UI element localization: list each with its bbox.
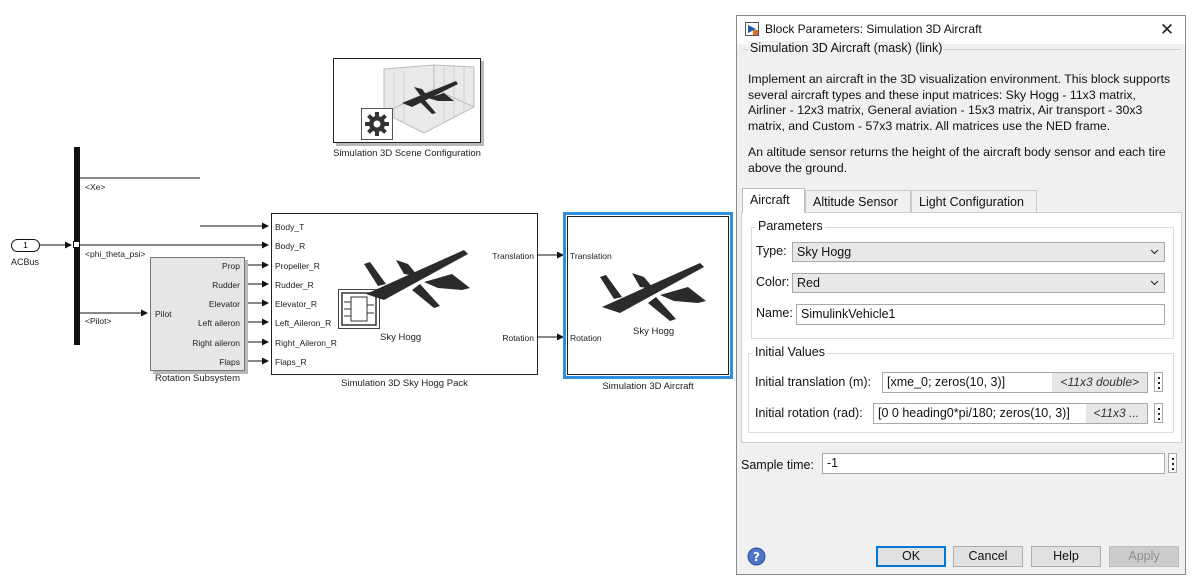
- tab-altitude-sensor[interactable]: Altitude Sensor: [805, 190, 911, 212]
- initial-rotation-hint: <11x3 ...: [1085, 404, 1147, 423]
- subsystem-output-flaps: Flaps: [219, 357, 240, 367]
- subsystem-output-prop: Prop: [222, 261, 240, 271]
- subsystem-output-right-aileron: Right aileron: [192, 338, 240, 348]
- initial-translation-label: Initial translation (m):: [755, 375, 872, 389]
- airplane-icon: [600, 263, 706, 321]
- inport-block[interactable]: 1: [11, 239, 40, 252]
- help-label: Help: [1053, 549, 1079, 563]
- tab-label: Light Configuration: [919, 195, 1024, 209]
- initial-translation-hint: <11x3 double>: [1052, 373, 1147, 392]
- pack-input-left-aileron-r: Left_Aileron_R: [275, 318, 332, 328]
- tab-bar: Aircraft Altitude Sensor Light Configura…: [742, 188, 1182, 213]
- initial-rotation-field[interactable]: [0 0 heading0*pi/180; zeros(10, 3)] <11x…: [873, 403, 1148, 424]
- color-label: Color:: [756, 275, 790, 289]
- bus-output-xe: <Xe>: [85, 182, 106, 192]
- block-parameters-dialog[interactable]: Block Parameters: Simulation 3D Aircraft…: [736, 15, 1186, 575]
- pack-input-flaps-r: Flaps_R: [275, 357, 307, 367]
- rotation-subsystem-caption: Rotation Subsystem: [154, 373, 240, 384]
- close-icon: ✕: [1159, 20, 1175, 39]
- pack-input-elevator-r: Elevator_R: [275, 299, 318, 309]
- apply-label: Apply: [1128, 549, 1160, 563]
- pack-input-right-aileron-r: Right_Aileron_R: [275, 338, 337, 348]
- pack-input-rudder-r: Rudder_R: [275, 280, 314, 290]
- parameters-legend: Parameters: [756, 219, 825, 233]
- subsystem-output-rudder: Rudder: [212, 280, 240, 290]
- rotation-subsystem-block[interactable]: Pilot Prop Rudder Elevator Left aileron …: [150, 257, 245, 371]
- dialog-titlebar[interactable]: Block Parameters: Simulation 3D Aircraft…: [737, 16, 1185, 44]
- tab-panel-aircraft: Parameters Type: Sky Hogg Color: Red Nam…: [741, 212, 1182, 443]
- mask-description-group: Simulation 3D Aircraft (mask) (link) Imp…: [743, 41, 1181, 184]
- type-value: Sky Hogg: [797, 245, 852, 259]
- aircraft-block[interactable]: Translation Rotation Sky Hogg: [567, 216, 729, 375]
- initial-values-legend: Initial Values: [753, 345, 827, 359]
- close-button[interactable]: ✕: [1149, 16, 1185, 44]
- sky-hogg-pack-block[interactable]: Body_T Body_R Propeller_R Rudder_R Eleva…: [271, 213, 538, 375]
- sky-hogg-pack-caption: Simulation 3D Sky Hogg Pack: [341, 378, 468, 389]
- sample-time-menu-button[interactable]: [1168, 453, 1177, 473]
- initial-rotation-menu-button[interactable]: [1154, 403, 1163, 423]
- help-icon[interactable]: ?: [747, 547, 766, 566]
- bus-output-phi-theta-psi: <phi_theta_psi>: [85, 249, 146, 259]
- type-select[interactable]: Sky Hogg: [792, 242, 1165, 262]
- type-label: Type:: [756, 244, 787, 258]
- initial-translation-menu-button[interactable]: [1154, 372, 1163, 392]
- initial-values-group: Initial Values Initial translation (m): …: [748, 345, 1174, 433]
- pack-input-body-r: Body_R: [275, 241, 306, 251]
- subsystem-input-pilot: Pilot: [155, 309, 172, 319]
- cancel-button[interactable]: Cancel: [953, 546, 1023, 567]
- initial-rotation-label: Initial rotation (rad):: [755, 406, 863, 420]
- simulink-canvas[interactable]: 1 ACBus <Xe> <phi_theta_psi> <Pilot> Pil…: [0, 0, 736, 587]
- name-value: SimulinkVehicle1: [801, 307, 896, 321]
- tab-label: Aircraft: [750, 193, 790, 207]
- tab-aircraft[interactable]: Aircraft: [742, 188, 805, 213]
- sample-time-value: -1: [827, 456, 839, 470]
- pack-output-rotation: Rotation: [502, 333, 534, 343]
- color-select[interactable]: Red: [792, 273, 1165, 293]
- aircraft-block-caption: Simulation 3D Aircraft: [602, 381, 694, 392]
- sample-time-label: Sample time:: [741, 458, 814, 472]
- pack-aircraft-label: Sky Hogg: [380, 332, 422, 343]
- ok-button[interactable]: OK: [876, 546, 946, 567]
- bus-icon: [73, 241, 80, 248]
- subsystem-output-elevator: Elevator: [208, 299, 240, 309]
- initial-translation-value: [xme_0; zeros(10, 3)]: [887, 375, 1006, 389]
- gear-icon: [361, 108, 393, 140]
- chevron-down-icon: [1150, 280, 1159, 286]
- aircraft-input-rotation: Rotation: [570, 333, 602, 343]
- mask-title: Simulation 3D Aircraft (mask) (link): [748, 41, 945, 55]
- svg-text:?: ?: [753, 550, 760, 564]
- dialog-title: Block Parameters: Simulation 3D Aircraft: [765, 22, 982, 36]
- tab-light-configuration[interactable]: Light Configuration: [911, 190, 1037, 212]
- initial-translation-field[interactable]: [xme_0; zeros(10, 3)] <11x3 double>: [882, 372, 1148, 393]
- name-field[interactable]: SimulinkVehicle1: [796, 304, 1165, 325]
- mask-description: Implement an aircraft in the 3D visualiz…: [748, 72, 1171, 133]
- scene-config-block[interactable]: [333, 58, 481, 143]
- inport-number: 1: [23, 240, 28, 250]
- sample-time-field[interactable]: -1: [822, 453, 1165, 474]
- help-button[interactable]: Help: [1031, 546, 1101, 567]
- pack-output-translation: Translation: [492, 251, 534, 261]
- airplane-icon: [364, 250, 470, 308]
- simulink-app-icon: [745, 22, 759, 36]
- initial-rotation-value: [0 0 heading0*pi/180; zeros(10, 3)]: [878, 406, 1070, 420]
- chevron-down-icon: [1150, 249, 1159, 255]
- bus-output-pilot: <Pilot>: [85, 316, 112, 326]
- pack-input-propeller-r: Propeller_R: [275, 261, 320, 271]
- ok-label: OK: [901, 549, 921, 563]
- name-label: Name:: [756, 306, 793, 320]
- apply-button[interactable]: Apply: [1109, 546, 1179, 567]
- subsystem-output-left-aileron: Left aileron: [197, 318, 240, 328]
- mask-description-2: An altitude sensor returns the height of…: [748, 145, 1166, 175]
- tab-label: Altitude Sensor: [813, 195, 898, 209]
- parameters-group: Parameters Type: Sky Hogg Color: Red Nam…: [751, 219, 1174, 339]
- cancel-label: Cancel: [968, 549, 1008, 563]
- pack-input-body-t: Body_T: [275, 222, 305, 232]
- scene-config-caption: Simulation 3D Scene Configuration: [333, 148, 481, 159]
- inport-name: ACBus: [11, 257, 40, 267]
- aircraft-block-label: Sky Hogg: [633, 326, 675, 337]
- color-value: Red: [797, 276, 820, 290]
